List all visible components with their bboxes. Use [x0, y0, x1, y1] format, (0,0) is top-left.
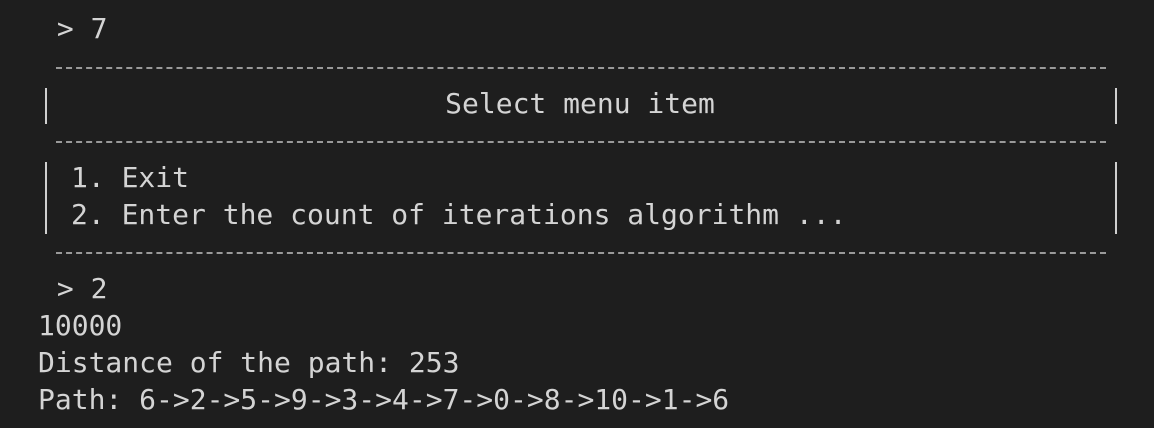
- menu-middle-rule: [56, 141, 1106, 143]
- terminal-window[interactable]: > 7 Select menu item 1. Exit 2. Enter th…: [0, 0, 1154, 428]
- output-iterations: 10000: [38, 309, 123, 342]
- output-distance: Distance of the path: 253: [38, 346, 460, 379]
- menu-left-border-items: [45, 162, 47, 234]
- menu-title: Select menu item: [445, 87, 715, 120]
- prompt-line-2: > 2: [40, 272, 108, 305]
- menu-item-exit: 1. Exit: [71, 161, 190, 194]
- prompt-line-1: > 7: [40, 12, 108, 45]
- menu-right-border: [1115, 88, 1117, 124]
- menu-item-enter-iterations: 2. Enter the count of iterations algorit…: [71, 198, 847, 231]
- menu-bottom-rule: [56, 252, 1106, 254]
- menu-top-rule: [56, 67, 1106, 69]
- menu-right-border-items: [1115, 162, 1117, 234]
- output-path: Path: 6->2->5->9->3->4->7->0->8->10->1->…: [38, 383, 730, 416]
